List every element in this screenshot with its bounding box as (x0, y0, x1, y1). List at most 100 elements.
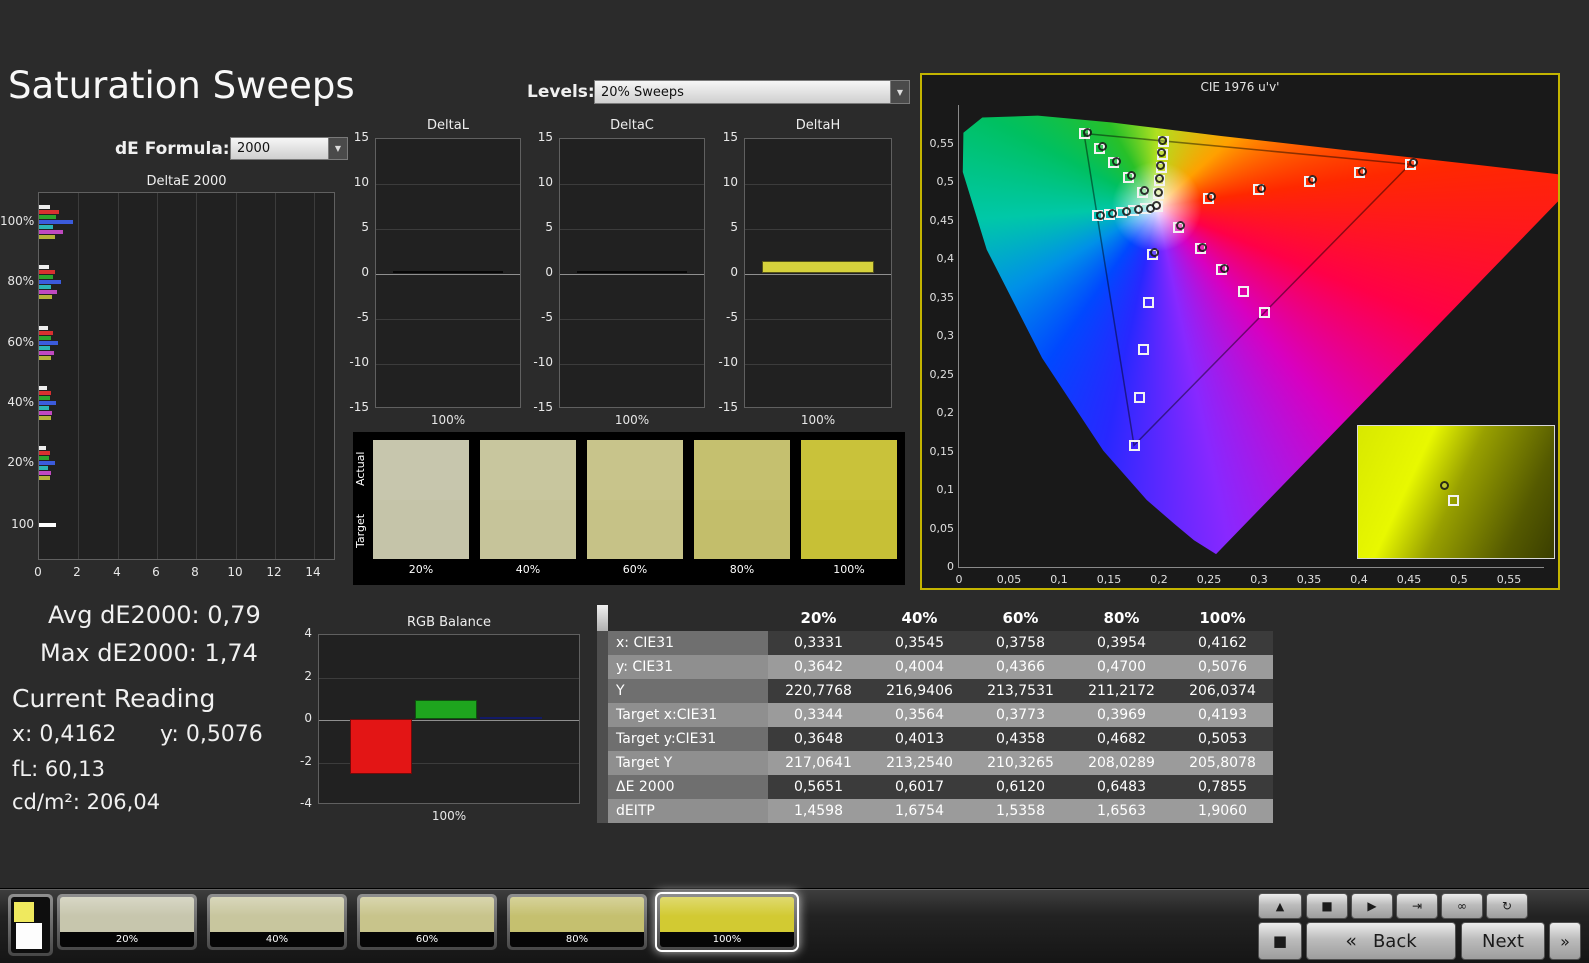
cie-x-tick-label: 0,55 (1491, 573, 1527, 586)
swatch-label: 100% (660, 932, 794, 947)
row-rail (597, 799, 608, 823)
delta-chart-title: DeltaH (744, 118, 892, 133)
table-cell: 0,4366 (970, 655, 1071, 679)
avg-de2000-readout: Avg dE2000: 0,79 (48, 601, 261, 629)
measured-marker (1220, 264, 1229, 273)
gridline (236, 193, 237, 559)
table-cell: 220,7768 (768, 679, 869, 703)
pattern-white-square (16, 923, 42, 949)
row-label: Target x:CIE31 (608, 703, 768, 727)
pattern-swatch-button[interactable]: 20% (57, 894, 197, 950)
swatch-color (660, 897, 794, 932)
cie-diagram-panel: CIE 1976 u'v' 00,050,10,150,20,250,30,35… (920, 73, 1560, 590)
pattern-window-button[interactable]: ■ (1258, 922, 1302, 960)
table-cell: 0,4193 (1172, 703, 1273, 727)
deltae-bar (39, 396, 50, 400)
deltae-x-tick-label: 6 (146, 565, 166, 579)
column-header: 20% (768, 605, 869, 631)
gridline (118, 193, 119, 559)
play-button[interactable]: ▶ (1351, 893, 1393, 919)
delta-x-label: 100% (744, 413, 892, 427)
delta-y-tick-label: -15 (341, 400, 369, 414)
delta-y-tick-label: -5 (710, 310, 738, 324)
actual-swatch (587, 440, 683, 500)
pattern-swatch-button[interactable]: 80% (507, 894, 647, 950)
deltae-group-label: 60% (0, 335, 34, 349)
de-formula-select[interactable]: 2000 ▼ (230, 137, 348, 160)
table-cell: 0,7855 (1172, 775, 1273, 799)
deltae-bar (39, 456, 49, 460)
swatch-label: 20% (373, 563, 469, 576)
cie-y-tick-label: 0,15 (924, 445, 954, 458)
deltae-x-tick-label: 12 (264, 565, 284, 579)
refresh-button[interactable]: ↻ (1486, 893, 1528, 919)
table-row: ΔE 20000,56510,60170,61200,64830,7855 (597, 775, 1273, 799)
table-cell: 0,4682 (1071, 727, 1172, 751)
swatch-label: 40% (210, 932, 344, 947)
table-scroll-corner (597, 605, 608, 631)
table-row: Target Y217,0641213,2540210,3265208,0289… (597, 751, 1273, 775)
delta-x-label: 100% (559, 413, 705, 427)
gridline (376, 229, 520, 230)
target-marker (1134, 392, 1145, 403)
row-rail (597, 631, 608, 655)
skip-button[interactable]: ⇥ (1396, 893, 1438, 919)
delta-y-tick-label: -5 (525, 310, 553, 324)
table-cell: 210,3265 (970, 751, 1071, 775)
chevron-down-icon: ▼ (890, 81, 909, 103)
deltae-bar (39, 205, 50, 209)
deltae-bar (39, 336, 51, 340)
table-cell: 0,3331 (768, 631, 869, 655)
loop-button[interactable]: ∞ (1441, 893, 1483, 919)
active-pattern-preview[interactable] (8, 894, 53, 956)
deltae-bar (39, 391, 51, 395)
deltae-bar (39, 210, 59, 214)
deltae-bar (39, 461, 55, 465)
current-reading-label: Current Reading (12, 684, 215, 713)
actual-swatch (480, 440, 576, 500)
delta-y-tick-label: -10 (525, 355, 553, 369)
table-cell: 0,3648 (768, 727, 869, 751)
row-label: dEITP (608, 799, 768, 823)
deltae-bar (39, 476, 50, 480)
deltae-chart (38, 192, 335, 560)
gridline (560, 229, 704, 230)
pattern-up-button[interactable]: ▲ (1258, 893, 1302, 919)
back-button[interactable]: «Back (1306, 922, 1456, 960)
advance-button[interactable]: » (1549, 922, 1581, 960)
table-cell: 211,2172 (1071, 679, 1172, 703)
table-cell: 0,4700 (1071, 655, 1172, 679)
deltae-bar (39, 225, 53, 229)
levels-select[interactable]: 20% Sweeps ▼ (594, 80, 910, 104)
measured-marker (1155, 174, 1164, 183)
rgb-x-label: 100% (318, 809, 580, 823)
pattern-swatch-button[interactable]: 40% (207, 894, 347, 950)
delta-y-tick-label: -15 (525, 400, 553, 414)
green-balance-bar (415, 700, 477, 719)
deltae-bar (39, 270, 55, 274)
rgb-y-tick-label: 2 (286, 669, 312, 683)
measured-marker (1122, 207, 1131, 216)
cie-y-tick-label: 0,45 (924, 214, 954, 227)
measured-marker (1198, 243, 1207, 252)
cie-y-tick-label: 0,35 (924, 291, 954, 304)
delta-y-tick-label: 15 (710, 130, 738, 144)
next-button[interactable]: Next (1461, 922, 1545, 960)
measurement-table: 20%40%60%80%100%x: CIE310,33310,35450,37… (597, 605, 1273, 823)
measured-marker (1257, 184, 1266, 193)
delta-y-tick-label: -10 (710, 355, 738, 369)
levels-selected-value: 20% Sweeps (595, 85, 890, 100)
actual-swatch (373, 440, 469, 500)
stop-button[interactable]: ■ (1306, 893, 1348, 919)
row-rail (597, 751, 608, 775)
actual-swatch (694, 440, 790, 500)
pattern-swatch-button[interactable]: 100% (657, 894, 797, 950)
deltae-group-label: 40% (0, 395, 34, 409)
delta-y-tick-label: 15 (525, 130, 553, 144)
cie-y-tick-label: 0 (924, 560, 954, 573)
deltae-bar (39, 346, 50, 350)
cie-y-tick-label: 0,2 (924, 406, 954, 419)
gridline (376, 184, 520, 185)
table-row: dEITP1,45981,67541,53581,65631,9060 (597, 799, 1273, 823)
pattern-swatch-button[interactable]: 60% (357, 894, 497, 950)
